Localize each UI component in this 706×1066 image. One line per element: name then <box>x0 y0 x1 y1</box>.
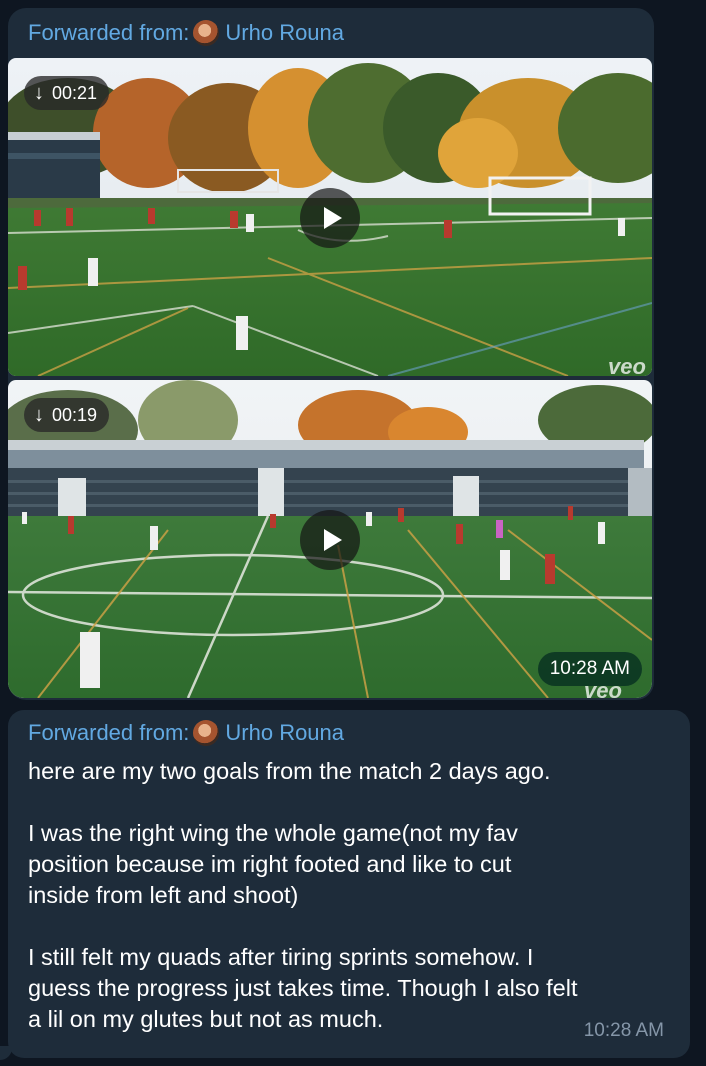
play-button-2[interactable] <box>300 510 360 570</box>
play-icon <box>323 207 342 229</box>
video-thumbnail-2[interactable]: veo ↓ 00:19 10:28 AM <box>8 380 652 698</box>
message-paragraph-3: I still felt my quads after tiring sprin… <box>28 944 578 1032</box>
message-timestamp: 10:28 AM <box>583 1020 664 1041</box>
forwarded-header[interactable]: Forwarded from: Urho Rouna <box>28 720 344 746</box>
video-thumbnail-1[interactable]: veo ↓ 00:21 <box>8 58 652 376</box>
forwarded-header[interactable]: Forwarded from: Urho Rouna <box>28 20 344 46</box>
forwarded-video-message[interactable]: Forwarded from: Urho Rouna veo ↓ 00:21 v… <box>8 8 654 700</box>
video-duration-1: 00:21 <box>52 82 98 103</box>
message-body: here are my two goals from the match 2 d… <box>28 756 678 1035</box>
forwarded-label: Forwarded from: <box>28 720 190 745</box>
forwarded-text-message[interactable]: Forwarded from: Urho Rouna here are my t… <box>8 710 690 1058</box>
video-duration-badge-1[interactable]: ↓ 00:21 <box>24 76 110 110</box>
sender-name[interactable]: Urho Rouna <box>225 720 344 746</box>
forwarded-label: Forwarded from: <box>28 20 190 45</box>
sender-name[interactable]: Urho Rouna <box>225 20 344 46</box>
bubble-tail <box>0 1046 12 1060</box>
sender-avatar <box>193 20 220 46</box>
video-duration-badge-2[interactable]: ↓ 00:19 <box>24 398 110 432</box>
sender-avatar <box>193 720 220 746</box>
video-duration-2: 00:19 <box>52 404 98 425</box>
message-time-badge: 10:28 AM <box>537 652 642 686</box>
veo-watermark: veo <box>608 354 646 376</box>
download-arrow-icon: ↓ <box>34 403 44 426</box>
message-paragraph-1: here are my two goals from the match 2 d… <box>28 758 551 784</box>
play-icon <box>323 529 342 551</box>
download-arrow-icon: ↓ <box>34 81 44 104</box>
message-paragraph-2: I was the right wing the whole game(not … <box>28 820 518 908</box>
play-button-1[interactable] <box>300 188 360 248</box>
